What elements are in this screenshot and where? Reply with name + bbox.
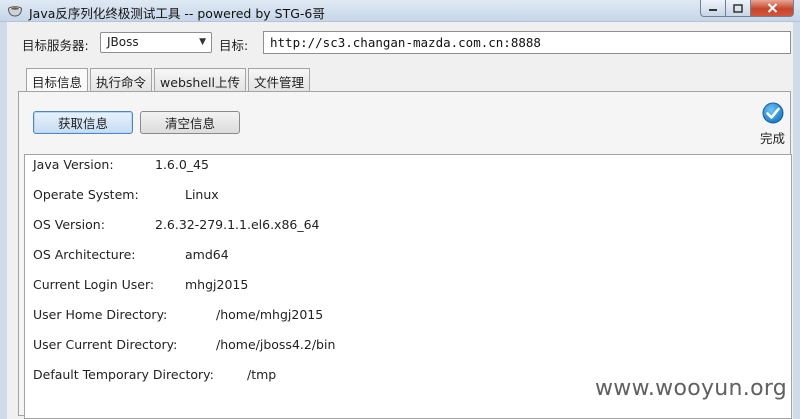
fetch-info-button[interactable]: 获取信息 bbox=[33, 111, 133, 134]
server-select[interactable]: JBoss ▼ bbox=[100, 32, 212, 53]
info-value: amd64 bbox=[185, 247, 229, 262]
maximize-button[interactable] bbox=[726, 0, 751, 17]
tab-execute-command[interactable]: 执行命令 bbox=[90, 68, 153, 91]
info-value: mhgj2015 bbox=[185, 277, 249, 292]
title-bar: Java反序列化终极测试工具 -- powered by STG-6哥 bbox=[0, 0, 800, 22]
info-key: User Current Directory: bbox=[33, 337, 178, 352]
tab-file-manager[interactable]: 文件管理 bbox=[247, 68, 310, 91]
tab-bar: 目标信息 执行命令 webshell上传 文件管理 bbox=[26, 68, 312, 92]
info-value: /tmp bbox=[247, 367, 277, 382]
info-key: Default Temporary Directory: bbox=[33, 367, 214, 382]
close-icon bbox=[767, 3, 777, 13]
info-value: /home/jboss4.2/bin bbox=[216, 337, 336, 352]
info-value: 2.6.32-279.1.1.el6.x86_64 bbox=[155, 217, 320, 232]
check-circle-icon bbox=[762, 102, 784, 124]
info-value: 1.6.0_45 bbox=[155, 157, 209, 172]
target-label: 目标: bbox=[219, 38, 249, 53]
clear-info-button[interactable]: 清空信息 bbox=[140, 111, 240, 134]
info-key: OS Version: bbox=[33, 217, 105, 232]
info-key: Operate System: bbox=[33, 187, 139, 202]
maximize-icon bbox=[733, 3, 743, 13]
info-value: /home/mhgj2015 bbox=[216, 307, 324, 322]
target-url-input[interactable]: http://sc3.changan-mazda.com.cn:8888 bbox=[263, 31, 791, 54]
info-key: OS Architecture: bbox=[33, 247, 136, 262]
watermark: www.wooyun.org bbox=[595, 376, 788, 401]
minimize-button[interactable] bbox=[700, 0, 726, 17]
window-title: Java反序列化终极测试工具 -- powered by STG-6哥 bbox=[29, 6, 325, 21]
status-label: 完成 bbox=[760, 131, 786, 146]
server-select-value: JBoss bbox=[107, 35, 139, 49]
tab-webshell-upload[interactable]: webshell上传 bbox=[154, 68, 246, 91]
info-key: Current Login User: bbox=[33, 277, 155, 292]
info-value: Linux bbox=[185, 187, 219, 202]
tab-target-info[interactable]: 目标信息 bbox=[26, 68, 89, 92]
server-label: 目标服务器: bbox=[22, 38, 89, 53]
window-controls bbox=[700, 0, 794, 17]
info-key: User Home Directory: bbox=[33, 307, 168, 322]
close-button[interactable] bbox=[751, 0, 794, 17]
coffee-cup-icon bbox=[8, 6, 22, 17]
minimize-icon bbox=[709, 9, 717, 11]
chevron-down-icon: ▼ bbox=[199, 37, 206, 47]
info-key: Java Version: bbox=[33, 157, 114, 172]
